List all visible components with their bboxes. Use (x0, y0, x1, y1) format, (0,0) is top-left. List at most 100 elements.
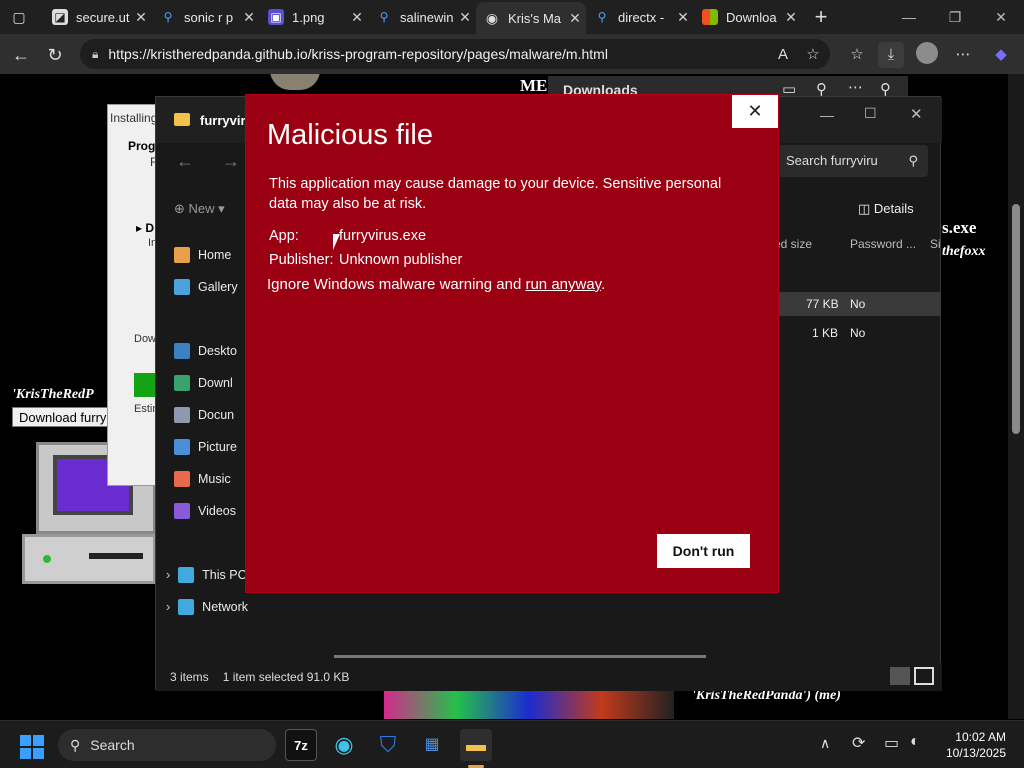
network-app-icon[interactable]: ▦ (416, 729, 448, 761)
desktop-icon (174, 343, 190, 359)
tiles-view-icon[interactable] (914, 667, 934, 685)
forward-icon[interactable]: → (222, 151, 240, 172)
favorite-star-icon[interactable]: ☆ (800, 42, 826, 68)
documents-icon (174, 407, 190, 423)
back-icon[interactable]: ← (8, 42, 34, 68)
document-icon: ◪ (52, 9, 68, 25)
sidebar-item-home[interactable]: Home (174, 243, 231, 267)
7zip-app-icon[interactable]: 7z (285, 729, 317, 761)
scrollbar-thumb[interactable] (1012, 204, 1020, 434)
close-tab-icon[interactable]: ✕ (346, 9, 368, 26)
defender-app-icon[interactable]: ⛉ (372, 729, 404, 761)
maximize-icon[interactable]: ☐ (864, 105, 877, 122)
new-button[interactable]: ⊕ New ▾ (174, 201, 225, 217)
dialog-ignore-text: Ignore Windows malware warning and run a… (267, 276, 606, 293)
new-tab-button[interactable]: + (808, 4, 834, 30)
downloads-icon[interactable]: ⤓ (878, 42, 904, 68)
pictures-icon (174, 439, 190, 455)
copilot-icon[interactable]: ◆ (988, 42, 1014, 68)
sidebar-item-videos[interactable]: Videos (174, 499, 236, 523)
file-explorer-app-icon[interactable]: ▬ (460, 729, 492, 761)
sidebar-item-this-pc[interactable]: › This PC (166, 563, 247, 587)
taskbar-search[interactable]: ⚲ Search (58, 729, 276, 761)
browser-tab[interactable]: ⚲ sonic r p ✕ (152, 4, 260, 30)
search-icon: ⚲ (70, 736, 81, 753)
minimize-icon[interactable]: — (886, 0, 932, 34)
details-view-icon[interactable] (890, 667, 910, 685)
minimize-icon[interactable]: — (820, 107, 834, 123)
globe-icon: ◉ (485, 10, 499, 26)
browser-tab-active[interactable]: ◉ Kris's Ma ✕ (476, 2, 586, 34)
page-caption-left: 'KrisTheRedP (12, 387, 94, 402)
start-button[interactable] (20, 735, 44, 759)
explorer-search-input[interactable]: Search furryviru ⚲ (776, 145, 928, 177)
browser-tab[interactable]: ▣ 1.png ✕ (260, 4, 368, 30)
refresh-icon[interactable]: ↻ (42, 42, 68, 68)
profile-avatar[interactable] (914, 42, 940, 68)
search-icon: ⚲ (379, 10, 389, 24)
close-tab-icon[interactable]: ✕ (130, 9, 152, 26)
dialog-description: This application may cause damage to you… (269, 176, 722, 212)
browser-tab[interactable]: Downloa ✕ (694, 4, 802, 30)
details-button[interactable]: ◫ Details (858, 201, 914, 217)
sidebar-item-desktop[interactable]: Deskto (174, 339, 237, 363)
windows-logo-icon (702, 9, 718, 25)
close-icon[interactable]: ✕ (732, 95, 778, 128)
sidebar-item-gallery[interactable]: Gallery (174, 275, 238, 299)
dialog-app-row: App: furryvirus.exe (269, 228, 427, 244)
column-header[interactable]: ed size (774, 237, 812, 251)
browser-tab-bar: ▢ ◪ secure.ut ✕ ⚲ sonic r p ✕ ▣ 1.png ✕ … (0, 0, 1024, 34)
back-icon[interactable]: ← (176, 151, 194, 172)
address-bar[interactable]: 🔒︎ https://kristheredpanda.github.io/kri… (80, 39, 830, 69)
sidebar-item-pictures[interactable]: Picture (174, 435, 237, 459)
favorites-icon[interactable]: ☆ (844, 42, 870, 68)
chevron-up-icon[interactable]: ∧ (820, 735, 830, 752)
image-icon: ▣ (268, 9, 284, 25)
expand-arrow[interactable]: ▸ D (136, 221, 154, 235)
close-tab-icon[interactable]: ✕ (780, 9, 802, 26)
close-tab-icon[interactable]: ✕ (238, 9, 260, 26)
sync-icon[interactable]: ⟳ (852, 733, 865, 753)
gallery-icon (174, 279, 190, 295)
chevron-right-icon: › (166, 600, 171, 614)
tab-actions-icon[interactable]: ▢ (6, 4, 32, 30)
close-tab-icon[interactable]: ✕ (564, 10, 586, 27)
edge-app-icon[interactable]: ◉ (328, 729, 360, 761)
browser-tab[interactable]: ⚲ salinewin ✕ (368, 4, 476, 30)
dont-run-button[interactable]: Don't run (657, 534, 750, 568)
close-window-icon[interactable]: ✕ (910, 105, 923, 123)
download-icon (174, 375, 190, 391)
retro-computer-base (22, 534, 156, 584)
more-options-icon[interactable]: ⋯ (848, 78, 863, 96)
sidebar-item-downloads[interactable]: Downl (174, 371, 233, 395)
mouse-cursor-icon (333, 234, 340, 250)
download-furry-button[interactable]: Download furry (12, 407, 112, 427)
close-tab-icon[interactable]: ✕ (672, 9, 694, 26)
display-icon[interactable]: ▭ (884, 733, 899, 753)
sidebar-item-music[interactable]: Music (174, 467, 231, 491)
sidebar-item-network[interactable]: › Network (166, 595, 248, 619)
close-tab-icon[interactable]: ✕ (454, 9, 476, 26)
run-anyway-link[interactable]: run anyway (525, 276, 601, 293)
search-icon: ⚲ (163, 10, 173, 24)
read-aloud-icon[interactable]: A (770, 42, 796, 68)
more-options-icon[interactable]: ⋯ (950, 42, 976, 68)
restore-icon[interactable]: ❐ (932, 0, 978, 34)
videos-icon (174, 503, 190, 519)
horizontal-scrollbar[interactable] (334, 655, 706, 658)
music-icon (174, 471, 190, 487)
lock-icon[interactable]: 🔒︎ (92, 47, 98, 62)
browser-tab[interactable]: ⚲ directx - ✕ (586, 4, 694, 30)
page-scrollbar[interactable] (1008, 74, 1024, 719)
address-toolbar: ← ↻ 🔒︎ https://kristheredpanda.github.io… (0, 34, 1024, 74)
dialog-publisher-row: Publisher: Unknown publisher (269, 252, 463, 268)
sidebar-item-documents[interactable]: Docun (174, 403, 234, 427)
close-window-icon[interactable]: ✕ (978, 0, 1024, 34)
network-status-icon[interactable]: ◐ (910, 733, 920, 751)
taskbar-clock[interactable]: 10:02 AM 10/13/2025 (946, 729, 1006, 761)
column-header[interactable]: Si (930, 237, 941, 251)
column-header[interactable]: Password ... (850, 237, 916, 251)
network-icon (178, 599, 195, 615)
browser-tab[interactable]: ◪ secure.ut ✕ (44, 4, 152, 30)
home-icon (174, 247, 190, 263)
